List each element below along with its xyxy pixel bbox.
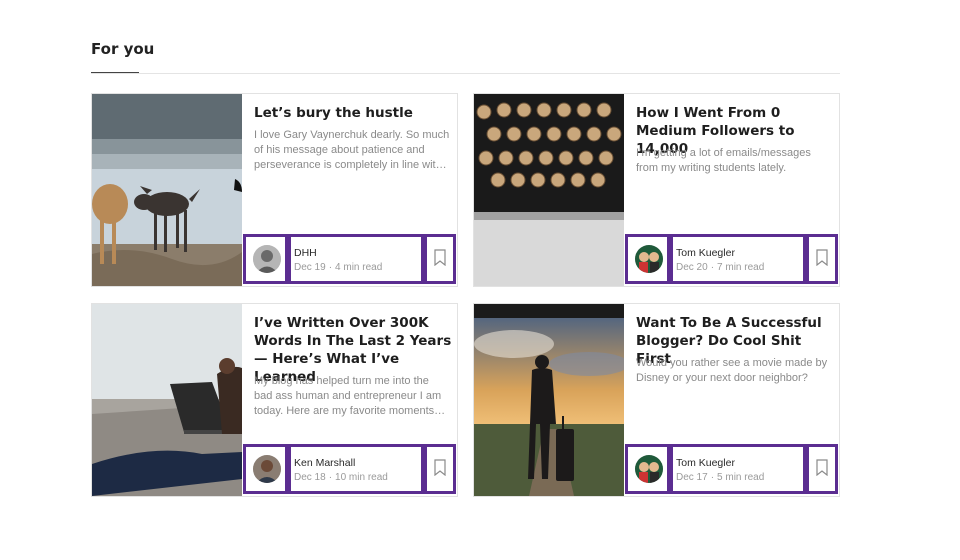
story-title[interactable]: Let’s bury the hustle [254,104,452,122]
story-card[interactable]: I’ve Written Over 300K Words In The Last… [91,303,458,497]
avatar[interactable] [253,455,281,483]
bookmark-icon[interactable] [434,459,446,476]
meta-separator: · [328,472,333,483]
story-thumbnail-traveler[interactable] [474,304,624,496]
story-excerpt: I love Gary Vaynerchuk dearly. So much o… [254,129,450,171]
read-time: 4 min read [335,262,383,273]
author-name[interactable]: Tom Kuegler [676,247,735,259]
read-time: 7 min read [717,262,765,273]
author-avatar-box[interactable] [625,234,670,284]
section-divider [91,73,840,74]
author-name[interactable]: DHH [294,247,317,259]
avatar[interactable] [635,245,663,273]
avatar[interactable] [253,245,281,273]
story-card[interactable]: Want To Be A Successful Blogger? Do Cool… [473,303,840,497]
bookmark-button[interactable] [424,234,456,284]
story-card[interactable]: How I Went From 0 Medium Followers to 14… [473,93,840,287]
author-name[interactable]: Tom Kuegler [676,457,735,469]
story-date: Dec 20 [676,262,708,273]
story-meta: Dec 18 · 10 min read [294,472,388,483]
story-meta: Dec 19 · 4 min read [294,262,382,273]
story-date: Dec 18 [294,472,326,483]
meta-separator: · [710,472,715,483]
story-excerpt: Would you rather see a movie made by Dis… [636,357,828,384]
read-time: 10 min read [335,472,388,483]
author-avatar-box[interactable] [243,444,288,494]
bookmark-button[interactable] [806,444,838,494]
read-time: 5 min read [717,472,765,483]
bookmark-icon[interactable] [434,249,446,266]
story-thumbnail-laptop[interactable] [92,304,242,496]
author-meta-box[interactable]: Ken Marshall Dec 18 · 10 min read [288,444,424,494]
story-date: Dec 19 [294,262,326,273]
story-meta: Dec 17 · 5 min read [676,472,764,483]
story-excerpt: My blog has helped turn me into the bad … [254,375,446,417]
author-meta-box[interactable]: Tom Kuegler Dec 20 · 7 min read [670,234,806,284]
story-thumbnail-typewriter[interactable] [474,94,624,286]
meta-separator: · [710,262,715,273]
bookmark-icon[interactable] [816,459,828,476]
story-thumbnail-dogs[interactable] [92,94,242,286]
story-date: Dec 17 [676,472,708,483]
bookmark-button[interactable] [806,234,838,284]
bookmark-icon[interactable] [816,249,828,266]
avatar[interactable] [635,455,663,483]
meta-separator: · [328,262,333,273]
story-card[interactable]: Let’s bury the hustle I love Gary Vayner… [91,93,458,287]
author-meta-box[interactable]: DHH Dec 19 · 4 min read [288,234,424,284]
bookmark-button[interactable] [424,444,456,494]
story-meta: Dec 20 · 7 min read [676,262,764,273]
story-excerpt: I’m getting a lot of emails/messages fro… [636,147,811,174]
author-avatar-box[interactable] [243,234,288,284]
author-avatar-box[interactable] [625,444,670,494]
author-name[interactable]: Ken Marshall [294,457,355,469]
author-meta-box[interactable]: Tom Kuegler Dec 17 · 5 min read [670,444,806,494]
section-title: For you [91,40,155,58]
